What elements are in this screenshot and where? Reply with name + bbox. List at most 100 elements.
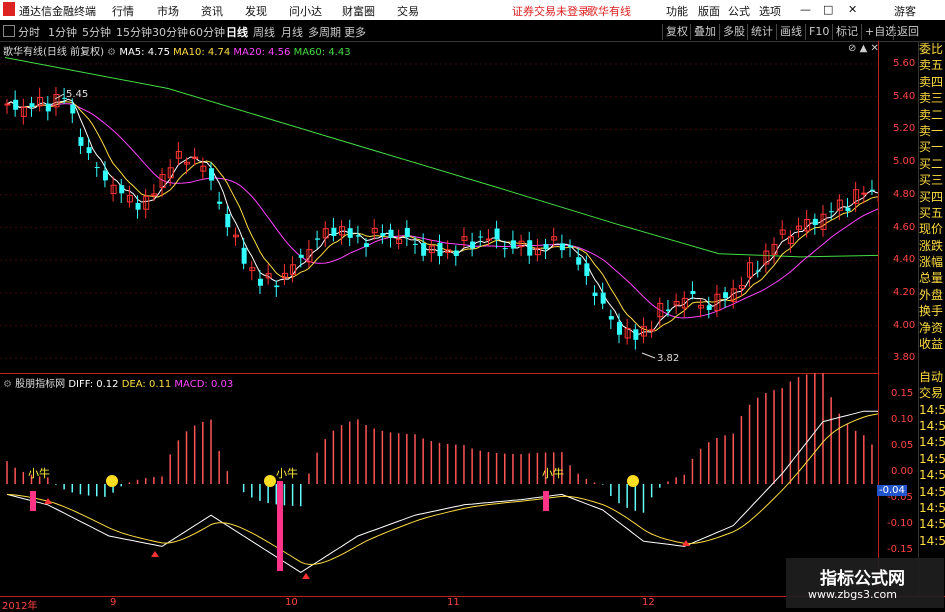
diff-legend: DIFF: 0.12 [68, 379, 119, 390]
candle-body [94, 167, 100, 169]
quote-side-panel: 委比 卖五 卖四 卖三 卖二 卖一 买一 买二 买三 买四 买五 现价 涨跌 涨幅 总量 外盘 换手 净资 收益自动… [918, 41, 945, 596]
kline-chart[interactable]: 5.45 3.82 [0, 41, 878, 373]
menu-item-banmian[interactable]: 版面 [698, 3, 720, 19]
price-tick: 4.00 [893, 319, 916, 331]
tongji-button[interactable]: 统计 [747, 24, 776, 40]
macd-chart[interactable] [0, 373, 878, 595]
side-label[interactable]: 卖五 [919, 57, 945, 73]
menu-item-jiaoyi[interactable]: 交易 [397, 3, 419, 19]
tab-60min[interactable]: 60分钟 [189, 24, 225, 40]
side-label[interactable]: 14:56 [919, 402, 945, 418]
side-label[interactable]: 委比 [919, 41, 945, 57]
side-label[interactable]: 交易 [919, 385, 945, 401]
candle-body [257, 278, 263, 286]
menu-item-caifuquan[interactable]: 财富圈 [342, 3, 375, 19]
side-label[interactable]: 买三 [919, 172, 945, 188]
side-label[interactable]: 卖二 [919, 107, 945, 123]
price-tick: 5.40 [893, 90, 916, 102]
tab-30min[interactable]: 30分钟 [152, 24, 188, 40]
candle-body [592, 292, 598, 297]
date-label-11: 11 [447, 597, 460, 608]
side-label[interactable]: 净资 [919, 320, 945, 336]
side-label[interactable]: 现价 [919, 221, 945, 237]
candle-body [29, 103, 35, 108]
side-label[interactable]: 买五 [919, 205, 945, 221]
tab-monthly[interactable]: 月线 [281, 24, 303, 40]
huaxian-button[interactable]: 画线 [776, 24, 805, 40]
price-tick: 5.00 [893, 156, 916, 168]
tab-fenshi[interactable]: 分时 [18, 24, 40, 40]
candle-body [225, 213, 231, 228]
menu-item-zixun[interactable]: 资讯 [201, 3, 223, 19]
app-logo-icon [3, 2, 15, 16]
side-label[interactable]: 14:56 [919, 484, 945, 500]
biaoji-button[interactable]: 标记 [832, 24, 861, 40]
candle-body [298, 254, 304, 258]
menu-item-shichang[interactable]: 市场 [157, 3, 179, 19]
side-label[interactable]: 收益 [919, 336, 945, 352]
tab-1min[interactable]: 1分钟 [48, 24, 77, 40]
macd-tick: -0.10 [887, 518, 913, 529]
side-label[interactable]: 买四 [919, 189, 945, 205]
side-label[interactable]: 14:56 [919, 434, 945, 450]
panel-toggle-icon[interactable] [3, 25, 15, 37]
candle-body [706, 305, 712, 310]
fuquan-button[interactable]: 复权 [662, 24, 691, 40]
minimize-button[interactable]: — [800, 3, 811, 16]
up-arrow-icon [302, 573, 310, 579]
tab-more[interactable]: 更多 [344, 24, 366, 40]
login-notice[interactable]: 证券交易未登录 [512, 3, 589, 19]
watermark-title: 指标公式网 [820, 569, 905, 589]
indicator-settings-icon[interactable]: ⚙ [3, 379, 12, 390]
menu-item-gongneng[interactable]: 功能 [666, 3, 688, 19]
macd-tick: -0.15 [887, 544, 913, 555]
side-label[interactable]: 14:56 [919, 467, 945, 483]
diejia-button[interactable]: 叠加 [690, 24, 719, 40]
duogu-button[interactable]: 多股 [719, 24, 748, 40]
candle-body [4, 103, 11, 106]
back-button[interactable]: 返回 [893, 24, 922, 40]
menu-item-hangqing[interactable]: 行情 [112, 3, 134, 19]
candle-body [485, 238, 492, 241]
tab-weekly[interactable]: 周线 [253, 24, 275, 40]
chart-up-icon[interactable]: ▲ [860, 43, 868, 54]
side-label[interactable]: 涨幅 [919, 254, 945, 270]
maximize-button[interactable]: □ [823, 3, 833, 16]
candle-body [502, 248, 508, 250]
f10-button[interactable]: F10 [805, 24, 832, 40]
side-label[interactable]: 自动 [919, 369, 945, 385]
side-label[interactable]: 涨跌 [919, 238, 945, 254]
kline-grid [0, 63, 878, 359]
settings-gear-icon[interactable]: ⚙ [107, 47, 116, 58]
menu-item-faxian[interactable]: 发现 [245, 3, 267, 19]
side-label[interactable]: 14:56 [919, 533, 945, 549]
close-button[interactable]: ✕ [848, 3, 857, 16]
tab-multi-period[interactable]: 多周期 [308, 24, 341, 40]
side-label[interactable] [919, 352, 945, 368]
side-label[interactable]: 卖四 [919, 74, 945, 90]
side-label[interactable]: 卖一 [919, 123, 945, 139]
candle-body [576, 257, 582, 265]
date-label-12: 12 [642, 597, 655, 608]
tab-15min[interactable]: 15分钟 [116, 24, 152, 40]
side-label[interactable]: 买二 [919, 156, 945, 172]
candle-body [453, 250, 459, 256]
side-label[interactable]: 卖三 [919, 90, 945, 106]
menu-item-gongshi[interactable]: 公式 [728, 3, 750, 19]
side-label[interactable]: 买一 [919, 139, 945, 155]
menu-item-xuanxiang[interactable]: 选项 [759, 3, 781, 19]
side-label[interactable]: 14:56 [919, 451, 945, 467]
side-label[interactable]: 14:56 [919, 500, 945, 516]
tab-5min[interactable]: 5分钟 [82, 24, 111, 40]
candle-body [568, 245, 574, 248]
menu-item-wenxiaoda[interactable]: 问小达 [289, 3, 322, 19]
side-label[interactable]: 14:56 [919, 516, 945, 532]
smiley-icon [627, 475, 639, 487]
zoom-icon[interactable]: ⊘ [848, 43, 856, 54]
user-label[interactable]: 游客 [894, 3, 916, 19]
side-label[interactable]: 总量 [919, 270, 945, 286]
tab-daily[interactable]: 日线 [226, 24, 248, 40]
side-label[interactable]: 外盘 [919, 287, 945, 303]
side-label[interactable]: 14:56 [919, 418, 945, 434]
side-label[interactable]: 换手 [919, 303, 945, 319]
